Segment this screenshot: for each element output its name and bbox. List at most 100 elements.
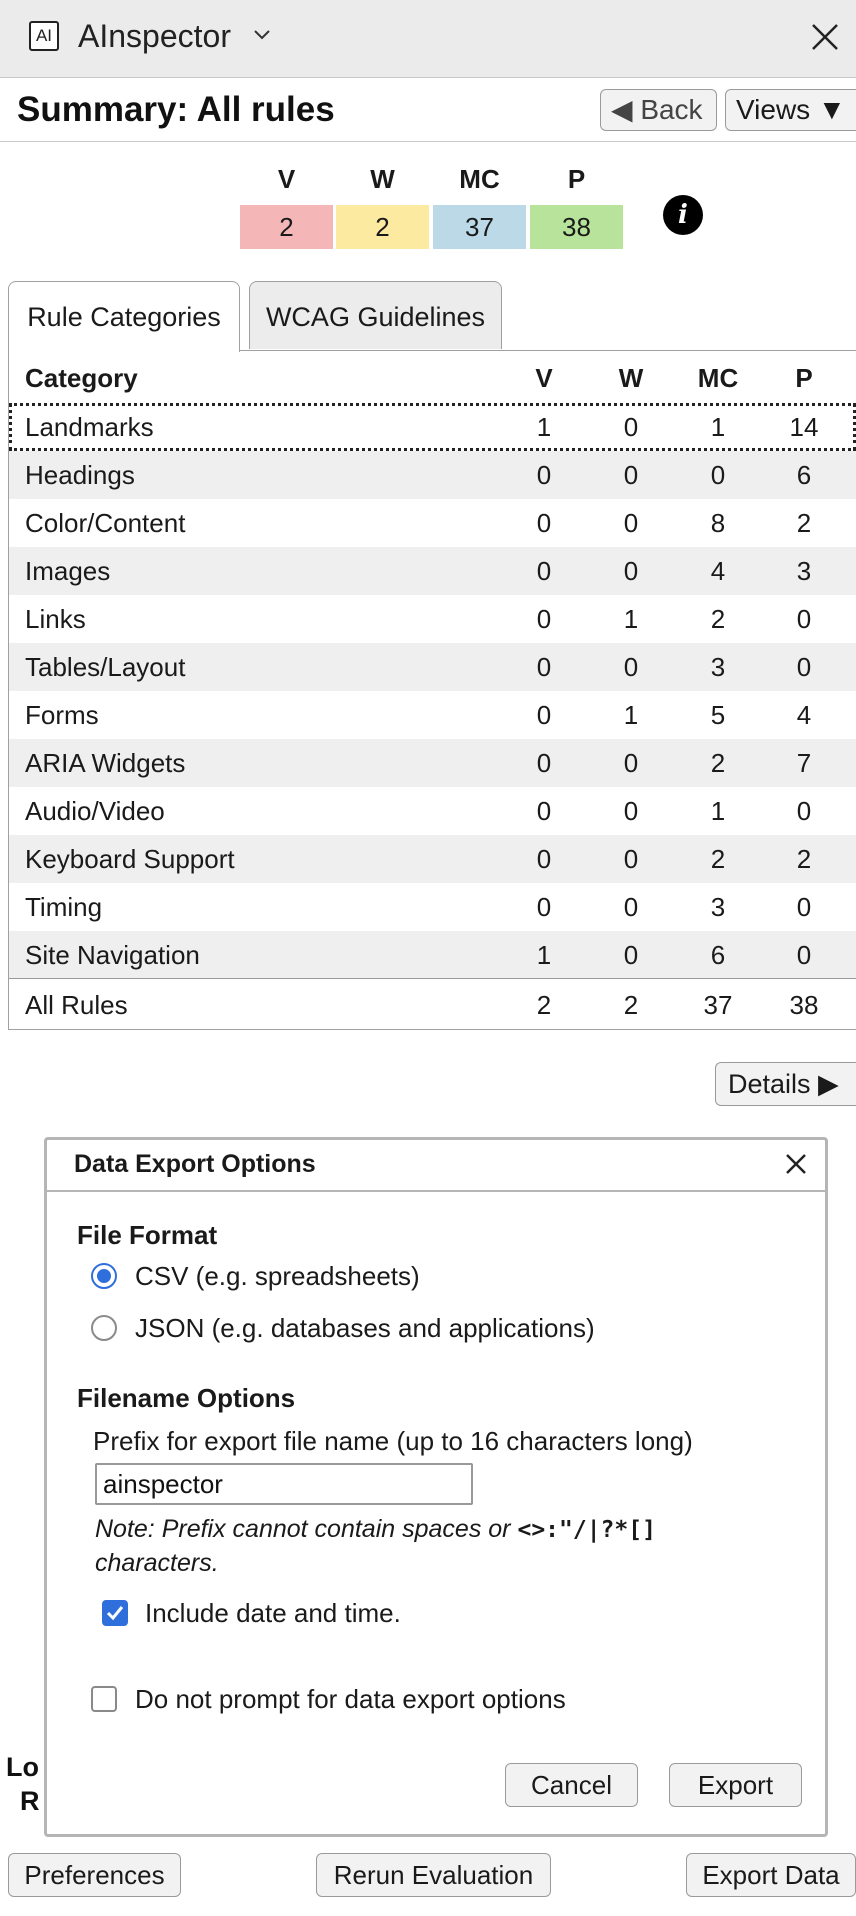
cell-mc: 4 <box>710 556 726 586</box>
close-icon[interactable] <box>784 1152 808 1176</box>
cell-v: 0 <box>536 556 552 586</box>
tab-wcag-guidelines[interactable]: WCAG Guidelines <box>249 281 502 349</box>
cell-v: 0 <box>536 700 552 730</box>
views-button[interactable]: Views ▼ <box>725 89 856 131</box>
title-bar: AI AInspector <box>0 0 856 78</box>
table-header: Category V W MC P <box>9 353 856 403</box>
include-date-label[interactable]: Include date and time. <box>145 1598 401 1629</box>
no-prompt-checkbox[interactable] <box>91 1686 117 1712</box>
row-label: All Rules <box>25 990 128 1020</box>
table-row[interactable]: Site Navigation 1 0 6 0 <box>9 931 856 979</box>
row-label: Images <box>25 556 111 586</box>
column-header-w[interactable]: W <box>601 353 661 403</box>
info-icon[interactable]: i <box>663 195 703 235</box>
file-format-heading: File Format <box>77 1220 218 1250</box>
row-label: Headings <box>25 460 135 490</box>
cell-mc: 5 <box>710 700 726 730</box>
checkmark-icon <box>106 1606 124 1621</box>
cell-v: 0 <box>536 844 552 874</box>
app-logo-icon: AI <box>29 21 59 51</box>
csv-radio[interactable] <box>91 1263 117 1289</box>
chevron-down-icon[interactable] <box>252 24 272 44</box>
data-export-dialog: Data Export Options File Format CSV (e.g… <box>44 1137 828 1837</box>
json-radio[interactable] <box>91 1315 117 1341</box>
row-label: Tables/Layout <box>25 652 186 682</box>
table-row[interactable]: Tables/Layout 0 0 3 0 <box>9 643 856 691</box>
table-row[interactable]: Timing 0 0 3 0 <box>9 883 856 931</box>
cell-p: 14 <box>789 412 819 442</box>
rerun-evaluation-button[interactable]: Rerun Evaluation <box>316 1853 551 1897</box>
prefix-note: Note: Prefix cannot contain spaces or <>… <box>95 1513 775 1580</box>
details-button[interactable]: Details ▶ <box>715 1062 856 1106</box>
close-icon[interactable] <box>808 20 842 54</box>
table-row[interactable]: Keyboard Support 0 0 2 2 <box>9 835 856 883</box>
csv-option-label[interactable]: CSV (e.g. spreadsheets) <box>135 1261 420 1292</box>
table-row[interactable]: Color/Content 0 0 8 2 <box>9 499 856 547</box>
table-row[interactable]: Landmarks 1 0 1 14 <box>9 403 856 451</box>
prefix-input[interactable] <box>95 1463 473 1505</box>
back-button[interactable]: ◀ Back <box>600 89 717 131</box>
table-row[interactable]: ARIA Widgets 0 0 2 7 <box>9 739 856 787</box>
cell-v: 0 <box>536 748 552 778</box>
row-label: Color/Content <box>25 508 186 538</box>
cell-v: 0 <box>536 796 552 826</box>
row-label: Timing <box>25 892 103 922</box>
no-prompt-label[interactable]: Do not prompt for data export options <box>135 1684 566 1715</box>
export-button[interactable]: Export <box>669 1763 802 1807</box>
cancel-button[interactable]: Cancel <box>505 1763 638 1807</box>
tab-rule-categories[interactable]: Rule Categories <box>8 281 240 352</box>
cell-mc: 3 <box>710 652 726 682</box>
row-label: Landmarks <box>25 412 154 442</box>
preferences-button[interactable]: Preferences <box>8 1853 181 1897</box>
cell-mc: 3 <box>710 892 726 922</box>
cell-mc: 1 <box>710 796 726 826</box>
cell-w: 0 <box>623 796 639 826</box>
prefix-label: Prefix for export file name (up to 16 ch… <box>93 1426 693 1456</box>
column-header-category[interactable]: Category <box>25 353 138 403</box>
cell-w: 0 <box>623 508 639 538</box>
page-title: Summary: All rules <box>17 90 335 129</box>
cell-mc: 0 <box>710 460 726 490</box>
cell-p: 4 <box>796 700 812 730</box>
note-tail: characters. <box>95 1549 219 1577</box>
background-text: Lo <box>6 1752 39 1782</box>
cell-mc: 2 <box>710 748 726 778</box>
cell-mc: 8 <box>710 508 726 538</box>
cell-p: 0 <box>796 652 812 682</box>
table-row[interactable]: Audio/Video 0 0 1 0 <box>9 787 856 835</box>
cell-w: 0 <box>623 412 639 442</box>
column-header-p[interactable]: P <box>774 353 834 403</box>
export-data-button[interactable]: Export Data <box>686 1853 856 1897</box>
cell-v: 0 <box>536 460 552 490</box>
cell-p: 6 <box>796 460 812 490</box>
note-text: Note: Prefix cannot contain spaces or <box>95 1515 511 1543</box>
violations-count: 2 <box>240 205 333 249</box>
table-row[interactable]: Images 0 0 4 3 <box>9 547 856 595</box>
cell-v: 0 <box>536 604 552 634</box>
row-label: Links <box>25 604 86 634</box>
table-row[interactable]: Headings 0 0 0 6 <box>9 451 856 499</box>
manual-checks-count: 37 <box>433 205 526 249</box>
column-header-mc[interactable]: MC <box>688 353 748 403</box>
cell-w: 2 <box>623 990 639 1020</box>
app-title[interactable]: AInspector <box>78 18 231 55</box>
cell-w: 0 <box>623 460 639 490</box>
cell-v: 0 <box>536 652 552 682</box>
dialog-title: Data Export Options <box>74 1150 316 1178</box>
cell-mc: 2 <box>710 844 726 874</box>
table-row[interactable]: Forms 0 1 5 4 <box>9 691 856 739</box>
summary-label-v: V <box>277 164 296 194</box>
filename-options-heading: Filename Options <box>77 1383 296 1413</box>
table-row[interactable]: Links 0 1 2 0 <box>9 595 856 643</box>
table-row-total[interactable]: All Rules 2 2 37 38 <box>9 981 856 1029</box>
summary-label-mc: MC <box>459 164 500 194</box>
column-header-v[interactable]: V <box>514 353 574 403</box>
cell-p: 0 <box>796 796 812 826</box>
cell-p: 2 <box>796 844 812 874</box>
cell-mc: 1 <box>710 412 726 442</box>
cell-p: 0 <box>796 892 812 922</box>
cell-v: 1 <box>536 412 552 442</box>
cell-w: 1 <box>623 604 639 634</box>
include-date-checkbox[interactable] <box>102 1600 128 1626</box>
json-option-label[interactable]: JSON (e.g. databases and applications) <box>135 1313 595 1344</box>
